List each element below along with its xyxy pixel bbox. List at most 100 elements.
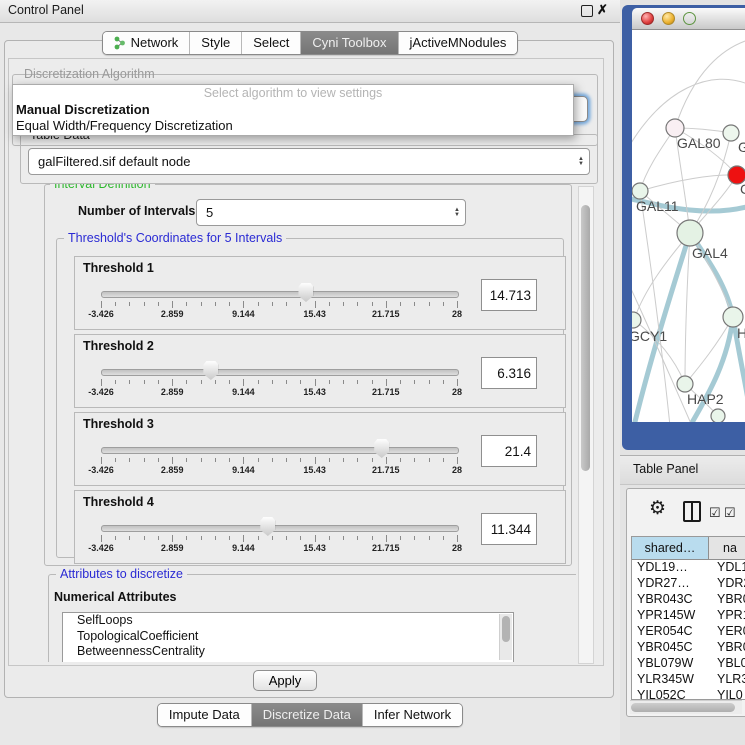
table-row[interactable]: YBR043CYBR0 bbox=[632, 592, 745, 608]
table-row[interactable]: YDR27…YDR2 bbox=[632, 576, 745, 592]
name-cell[interactable]: YDL1 bbox=[709, 560, 745, 576]
name-cell[interactable]: YPR1 bbox=[709, 608, 745, 624]
name-cell[interactable]: YDR2 bbox=[709, 576, 745, 592]
slider-track[interactable] bbox=[101, 291, 459, 298]
table-row[interactable]: YIL052CYIL0 bbox=[632, 688, 745, 700]
slider-track[interactable] bbox=[101, 525, 459, 532]
network-node[interactable] bbox=[632, 312, 641, 328]
name-cell[interactable]: YBR0 bbox=[709, 592, 745, 608]
bottom-tab-discretize-data[interactable]: Discretize Data bbox=[252, 704, 363, 726]
slider-thumb[interactable] bbox=[203, 361, 218, 380]
attribute-list-item[interactable]: TopologicalCoefficient bbox=[63, 629, 513, 645]
slider-thumb[interactable] bbox=[374, 439, 389, 458]
attribute-list-item[interactable]: SelfLoops bbox=[63, 613, 513, 629]
network-node[interactable] bbox=[677, 220, 703, 246]
tab-jactivemnodules[interactable]: jActiveMNodules bbox=[399, 32, 518, 54]
slider-track[interactable] bbox=[101, 447, 459, 454]
attribute-list-item[interactable]: BetweennessCentrality bbox=[63, 644, 513, 660]
tab-network[interactable]: Network bbox=[103, 32, 191, 54]
shared-name-cell[interactable]: YIL052C bbox=[632, 688, 709, 700]
algorithm-dropdown-popup: Select algorithm to view settings Manual… bbox=[12, 84, 574, 136]
zoom-traffic-light[interactable] bbox=[683, 12, 696, 25]
threshold-value-field[interactable]: 6.316 bbox=[481, 357, 537, 389]
slider-thumb[interactable] bbox=[298, 283, 313, 302]
name-cell[interactable]: YLR3 bbox=[709, 672, 745, 688]
network-node[interactable] bbox=[677, 376, 693, 392]
shared-name-cell[interactable]: YDL19… bbox=[632, 560, 709, 576]
network-edge[interactable] bbox=[640, 175, 737, 191]
attributes-list-scrollbar[interactable] bbox=[499, 614, 512, 660]
tab-style[interactable]: Style bbox=[190, 32, 242, 54]
node-table[interactable]: shared… na YDL19…YDL1YDR27…YDR2YBR043CYB… bbox=[631, 536, 745, 700]
minimize-traffic-light[interactable] bbox=[662, 12, 675, 25]
table-row[interactable]: YBR045CYBR0 bbox=[632, 640, 745, 656]
network-canvas[interactable]: GAL80GACGAL11GAL4GCY1HHAP2 bbox=[632, 30, 745, 422]
network-node[interactable] bbox=[723, 125, 739, 141]
settings-vertical-scrollbar[interactable] bbox=[578, 186, 594, 664]
tick-label: 9.144 bbox=[232, 309, 255, 319]
table-horizontal-scrollbar[interactable] bbox=[630, 700, 742, 714]
network-node[interactable] bbox=[632, 183, 648, 199]
shared-name-cell[interactable]: YLR345W bbox=[632, 672, 709, 688]
name-cell[interactable]: YIL0 bbox=[709, 688, 745, 700]
network-edge[interactable] bbox=[640, 128, 675, 191]
shared-name-cell[interactable]: YDR27… bbox=[632, 576, 709, 592]
network-node-label: GAL80 bbox=[677, 135, 721, 151]
tab-cyni-toolbox[interactable]: Cyni Toolbox bbox=[301, 32, 398, 54]
bottom-tab-bar: Impute DataDiscretize DataInfer Network bbox=[0, 703, 620, 727]
name-cell[interactable]: YER0 bbox=[709, 624, 745, 640]
shared-name-cell[interactable]: YER054C bbox=[632, 624, 709, 640]
name-cell[interactable]: YBL0 bbox=[709, 656, 745, 672]
bottom-tab-infer-network[interactable]: Infer Network bbox=[363, 704, 462, 726]
tab-select[interactable]: Select bbox=[242, 32, 301, 54]
gear-icon[interactable]: ⚙ bbox=[649, 497, 666, 520]
network-window-titlebar[interactable] bbox=[632, 8, 745, 30]
slider-track[interactable] bbox=[101, 369, 459, 376]
tick-label: 15.43 bbox=[303, 465, 326, 475]
apply-button[interactable]: Apply bbox=[253, 670, 317, 691]
algorithm-option-manual[interactable]: Manual Discretization bbox=[13, 101, 573, 117]
network-node[interactable] bbox=[711, 409, 725, 422]
table-row[interactable]: YDL19…YDL1 bbox=[632, 560, 745, 576]
numerical-attributes-list[interactable]: SelfLoopsTopologicalCoefficientBetweenne… bbox=[62, 612, 514, 662]
bottom-tab-impute-data[interactable]: Impute Data bbox=[158, 704, 252, 726]
shared-name-cell[interactable]: YBR043C bbox=[632, 592, 709, 608]
threshold-label: Threshold 3 bbox=[83, 417, 154, 431]
slider-thumb[interactable] bbox=[260, 517, 275, 536]
network-edge[interactable] bbox=[685, 233, 690, 384]
algorithm-option-equal-width[interactable]: Equal Width/Frequency Discretization bbox=[13, 117, 573, 133]
table-row[interactable]: YER054CYER0 bbox=[632, 624, 745, 640]
network-view-window[interactable]: GAL80GACGAL11GAL4GCY1HHAP2 bbox=[622, 5, 745, 450]
shared-name-cell[interactable]: YBL079W bbox=[632, 656, 709, 672]
table-row[interactable]: YLR345WYLR3 bbox=[632, 672, 745, 688]
num-intervals-select[interactable]: 5 ▲▼ bbox=[196, 199, 466, 226]
threshold-value-field[interactable]: 21.4 bbox=[481, 435, 537, 467]
tick-label: 28 bbox=[452, 465, 462, 475]
threshold-value-field[interactable]: 11.344 bbox=[481, 513, 537, 545]
network-edge[interactable] bbox=[634, 233, 690, 320]
table-row[interactable]: YBL079WYBL0 bbox=[632, 656, 745, 672]
float-window-icon[interactable] bbox=[581, 5, 593, 17]
split-columns-icon[interactable] bbox=[683, 501, 701, 522]
tick-label: -3.426 bbox=[88, 309, 114, 319]
table-row[interactable]: YPR145WYPR1 bbox=[632, 608, 745, 624]
table-data-select[interactable]: galFiltered.sif default node ▲▼ bbox=[28, 148, 590, 175]
shared-name-cell[interactable]: YBR045C bbox=[632, 640, 709, 656]
threshold-value-field[interactable]: 14.713 bbox=[481, 279, 537, 311]
tick-label: -3.426 bbox=[88, 465, 114, 475]
name-cell[interactable]: YBR0 bbox=[709, 640, 745, 656]
checkbox-icon[interactable]: ☑ bbox=[709, 505, 721, 521]
column-header-shared-name[interactable]: shared… bbox=[632, 537, 709, 559]
shared-name-cell[interactable]: YPR145W bbox=[632, 608, 709, 624]
checkbox-icon[interactable]: ☑ bbox=[724, 505, 736, 521]
close-icon[interactable]: ✗ bbox=[597, 2, 608, 18]
tick-label: 15.43 bbox=[303, 543, 326, 553]
network-edge[interactable] bbox=[675, 40, 745, 128]
algorithm-placeholder-option[interactable]: Select algorithm to view settings bbox=[13, 85, 573, 101]
column-header-name[interactable]: na bbox=[709, 537, 745, 559]
threshold-panel-4: Threshold 4-3.4262.8599.14415.4321.71528… bbox=[74, 490, 566, 564]
close-traffic-light[interactable] bbox=[641, 12, 654, 25]
network-node[interactable] bbox=[723, 307, 743, 327]
table-panel-header: Table Panel bbox=[620, 455, 745, 485]
network-node-label: HAP2 bbox=[687, 391, 724, 407]
